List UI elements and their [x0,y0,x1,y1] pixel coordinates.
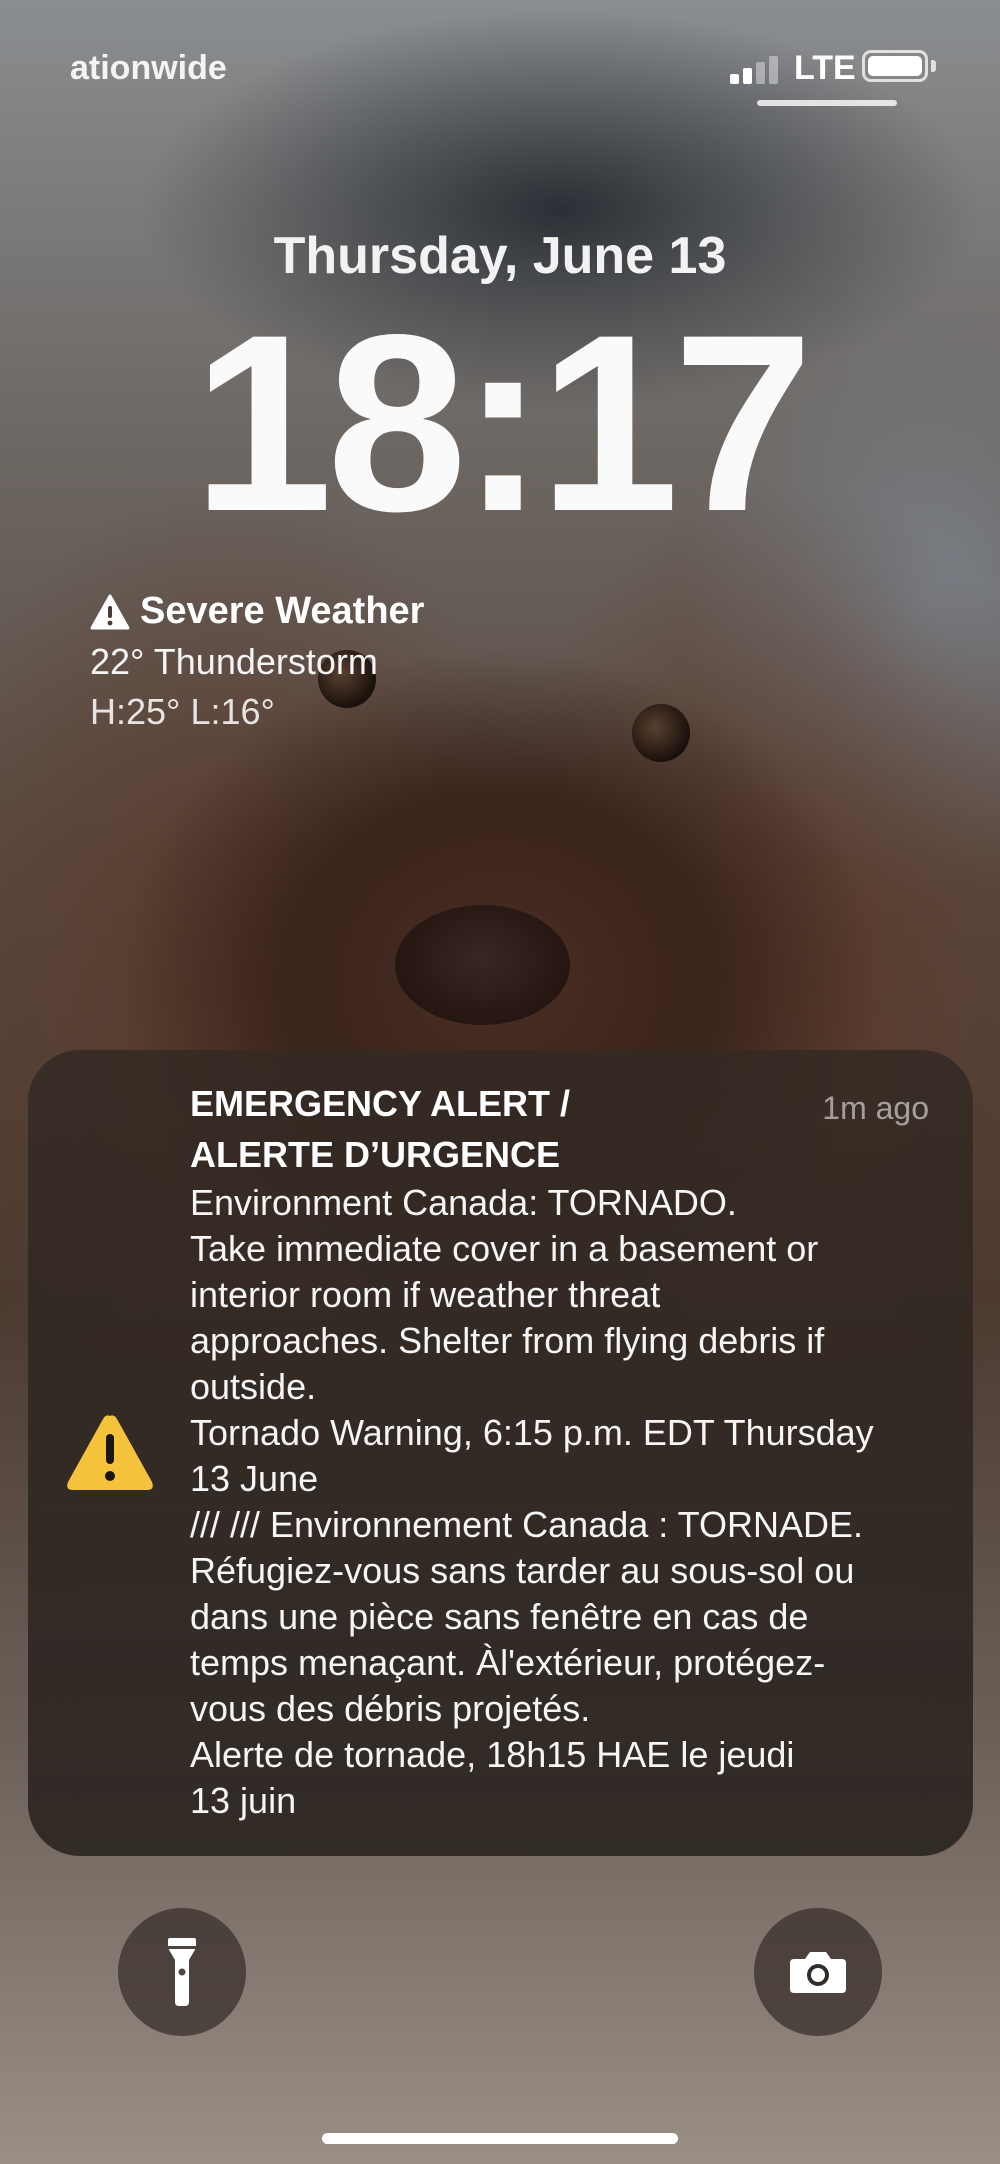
control-center-indicator[interactable] [757,100,897,106]
camera-icon [790,1952,846,1993]
weather-high-low: H:25° L:16° [90,691,275,732]
carrier-name: ationwide [70,49,227,87]
flashlight-icon [168,1938,196,2006]
wallpaper-dog-eye [632,704,690,762]
flashlight-button[interactable] [118,1908,246,2036]
weather-widget[interactable]: Severe Weather 22° Thunderstorm H:25° L:… [90,590,424,733]
emergency-warning-icon [67,1415,153,1490]
lock-screen-time: 18:17 [192,283,814,564]
weather-current: 22° Thunderstorm [90,641,378,682]
battery-icon [862,50,928,82]
warning-icon [90,594,130,629]
battery-cap [931,60,936,72]
weather-alert-label: Severe Weather [140,590,425,632]
home-indicator[interactable] [322,2133,678,2144]
notification-body: Environment Canada: TORNADO. Take immedi… [190,1182,874,1821]
emergency-alert-notification[interactable]: 1m ago EMERGENCY ALERT / ALERTE D’URGENC… [28,1050,973,1856]
network-type: LTE [794,49,856,87]
signal-strength-icon [730,52,782,84]
lock-screen-date: Thursday, June 13 [273,227,727,285]
wallpaper-dog-nose [395,905,570,1025]
notification-content: EMERGENCY ALERT / ALERTE D’URGENCE Envir… [190,1078,950,1824]
status-bar: ationwide LTE [0,44,1000,94]
weather-alert-title: Severe Weather [90,590,424,633]
camera-button[interactable] [754,1908,882,2036]
notification-title: EMERGENCY ALERT / ALERTE D’URGENCE [190,1083,571,1175]
